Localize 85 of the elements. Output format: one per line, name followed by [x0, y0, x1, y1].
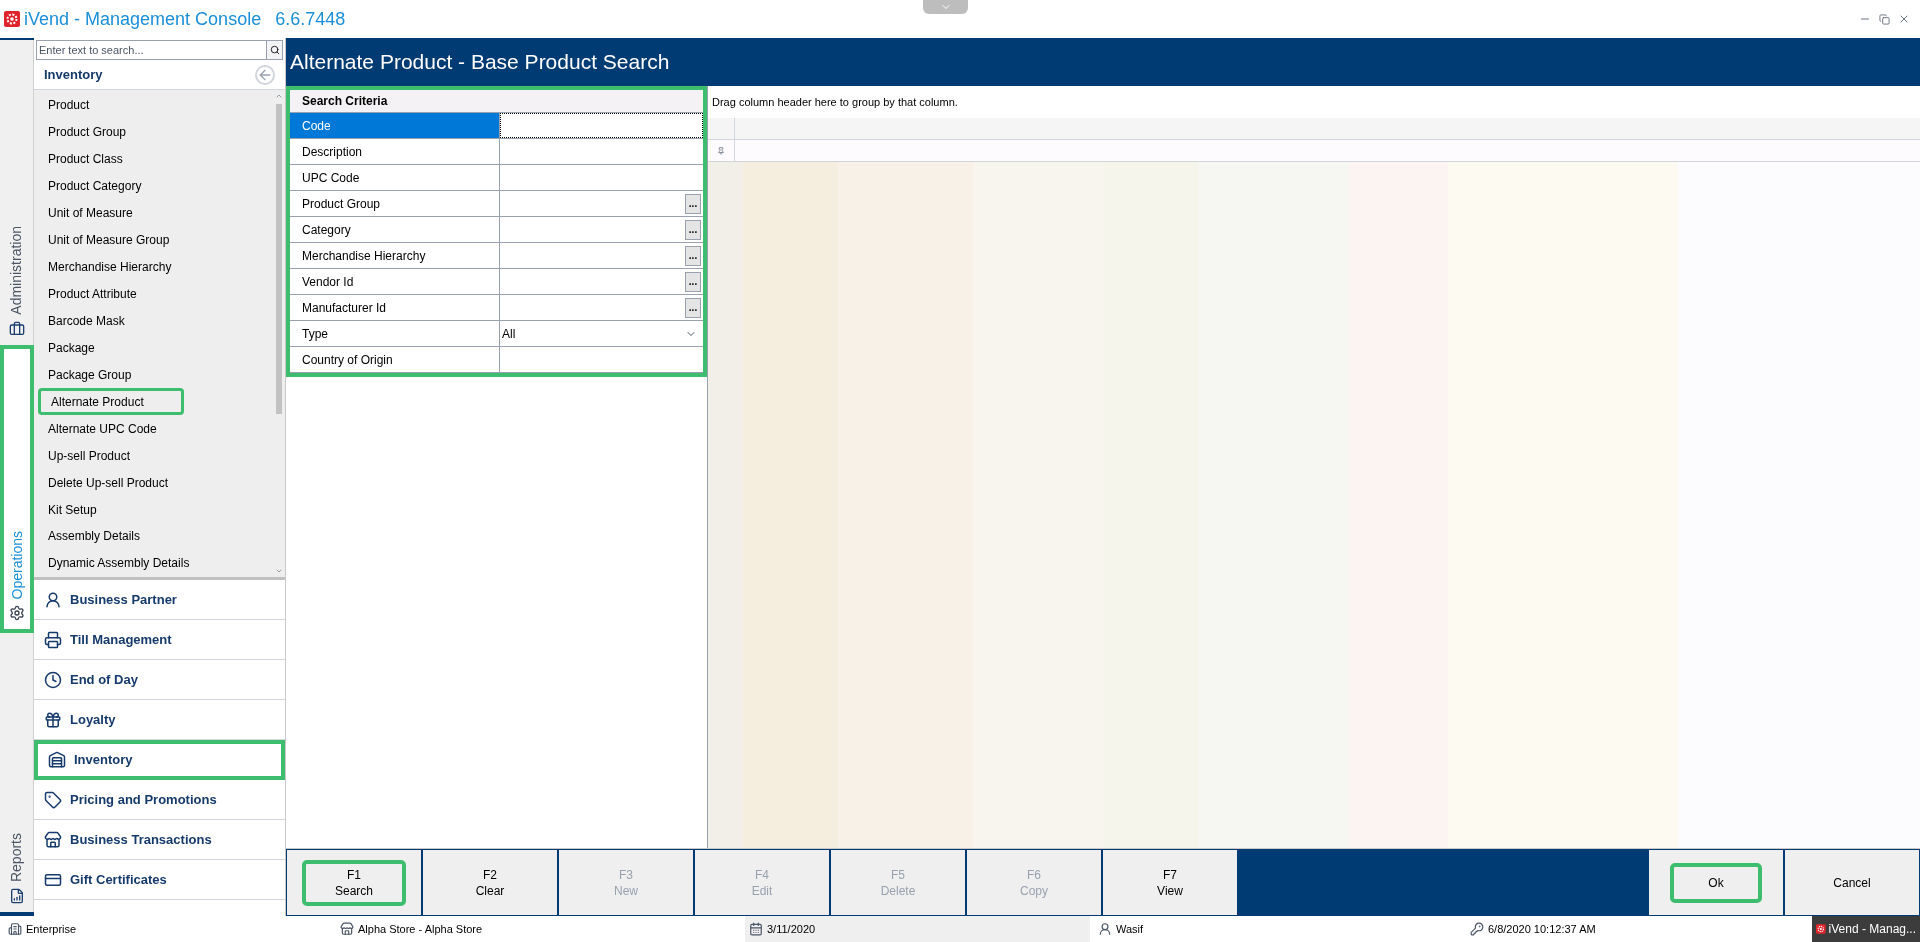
- nav-item[interactable]: Package: [38, 334, 265, 362]
- version-label: 6.6.7448: [275, 7, 346, 31]
- sidebar-section[interactable]: Business Partner: [34, 580, 285, 620]
- nav-item[interactable]: Unit of Measure: [38, 199, 265, 227]
- nav-item[interactable]: Assembly Details: [38, 523, 265, 550]
- side-tab[interactable]: Administration: [0, 40, 34, 345]
- taskbar-item[interactable]: iVend - Manag...: [1812, 916, 1920, 942]
- browse-button[interactable]: ...: [685, 219, 701, 240]
- search-field[interactable]: Enter text to search...: [36, 40, 267, 60]
- lookup-field[interactable]: ...: [500, 269, 703, 294]
- toolbar-button[interactable]: F1 Search: [287, 850, 421, 915]
- sidebar-section[interactable]: Pricing and Promotions: [34, 780, 285, 820]
- tag-icon: [44, 790, 62, 809]
- store-icon: [340, 922, 354, 936]
- dropdown-field[interactable]: All: [500, 321, 703, 346]
- nav-item[interactable]: Product Group: [38, 118, 265, 146]
- browse-button[interactable]: ...: [685, 297, 701, 318]
- lookup-field[interactable]: ...: [500, 191, 703, 216]
- nav-item[interactable]: Product: [38, 92, 265, 119]
- nav-item[interactable]: Delete Up-sell Product: [38, 469, 265, 497]
- gift-icon: [44, 710, 62, 729]
- sidebar-section[interactable]: End of Day: [34, 660, 285, 700]
- warehouse-icon: [48, 751, 66, 769]
- nav-item[interactable]: Barcode Mask: [38, 307, 265, 335]
- search-button[interactable]: [267, 40, 283, 60]
- user-icon: [44, 590, 62, 609]
- pin-icon: [717, 146, 725, 155]
- nav-item[interactable]: Alternate UPC Code: [38, 415, 265, 443]
- dialog-button[interactable]: Cancel: [1785, 850, 1919, 915]
- briefcase-icon: [8, 320, 25, 337]
- sidebar-section[interactable]: Gift Certificates: [34, 860, 285, 900]
- status-text: Alpha Store - Alpha Store: [358, 921, 483, 937]
- browse-button[interactable]: ...: [685, 193, 701, 214]
- user-icon: [1098, 922, 1112, 936]
- nav-item[interactable]: Product Category: [38, 172, 265, 200]
- building-icon: [8, 922, 22, 936]
- report-icon: [8, 888, 25, 904]
- nav-item[interactable]: Product Attribute: [38, 280, 265, 308]
- field-label[interactable]: Code: [290, 113, 500, 138]
- browse-button[interactable]: ...: [685, 271, 701, 292]
- side-tab[interactable]: Reports: [0, 633, 34, 912]
- nav-item[interactable]: Up-sell Product: [38, 442, 265, 470]
- dialog-button[interactable]: Ok: [1649, 850, 1783, 915]
- gear-logo-icon: [1816, 921, 1826, 937]
- lookup-field[interactable]: ...: [500, 243, 703, 268]
- nav-item[interactable]: Package Group: [38, 361, 265, 389]
- search-icon: [269, 45, 280, 55]
- nav-item[interactable]: Alternate Product: [38, 388, 184, 416]
- nav-item[interactable]: Kit Setup: [38, 496, 265, 523]
- window-title: iVend - Management Console: [24, 7, 262, 31]
- status-text: 3/11/2020: [767, 921, 816, 937]
- input-field[interactable]: [500, 113, 703, 138]
- gear-logo-icon: [4, 11, 20, 27]
- printer-icon: [44, 630, 62, 649]
- nav-item[interactable]: Product Class: [38, 145, 265, 173]
- toolbar-button[interactable]: F7 View: [1103, 850, 1237, 915]
- page-title: Alternate Product - Base Product Search: [290, 49, 670, 76]
- scroll-up-icon[interactable]: [275, 92, 283, 100]
- clock-icon: [44, 670, 62, 689]
- status-text: Enterprise: [26, 921, 77, 937]
- sidebar-section[interactable]: Till Management: [34, 620, 285, 660]
- status-text: Wasif: [1116, 921, 1144, 937]
- lookup-field[interactable]: ...: [500, 217, 703, 242]
- close-icon[interactable]: [1898, 13, 1910, 25]
- key-icon: [1470, 922, 1484, 936]
- panel-title: Search Criteria: [302, 93, 388, 110]
- ribbon-toggle[interactable]: [923, 0, 968, 14]
- sidebar-section[interactable]: Loyalty: [34, 700, 285, 740]
- sidebar-section[interactable]: Inventory: [34, 740, 285, 780]
- sidebar-heading: Inventory: [44, 65, 103, 84]
- nav-item[interactable]: Unit of Measure Group: [38, 226, 265, 254]
- lookup-field[interactable]: ...: [500, 295, 703, 320]
- scroll-down-icon[interactable]: [275, 567, 283, 575]
- settings-icon: [9, 605, 25, 622]
- group-hint: Drag column header here to group by that column.: [712, 94, 958, 110]
- status-text: 6/8/2020 10:12:37 AM: [1488, 921, 1596, 937]
- calendar-icon: [749, 922, 763, 936]
- browse-button[interactable]: ...: [685, 245, 701, 266]
- toolbar-button[interactable]: F2 Clear: [423, 850, 557, 915]
- side-tab[interactable]: Operations: [0, 344, 34, 634]
- nav-item[interactable]: Dynamic Assembly Details: [38, 549, 265, 577]
- nav-item[interactable]: Merchandise Hierarchy: [38, 253, 265, 281]
- store-icon: [44, 830, 62, 849]
- restore-icon[interactable]: [1879, 13, 1890, 25]
- sidebar-section[interactable]: Business Transactions: [34, 820, 285, 860]
